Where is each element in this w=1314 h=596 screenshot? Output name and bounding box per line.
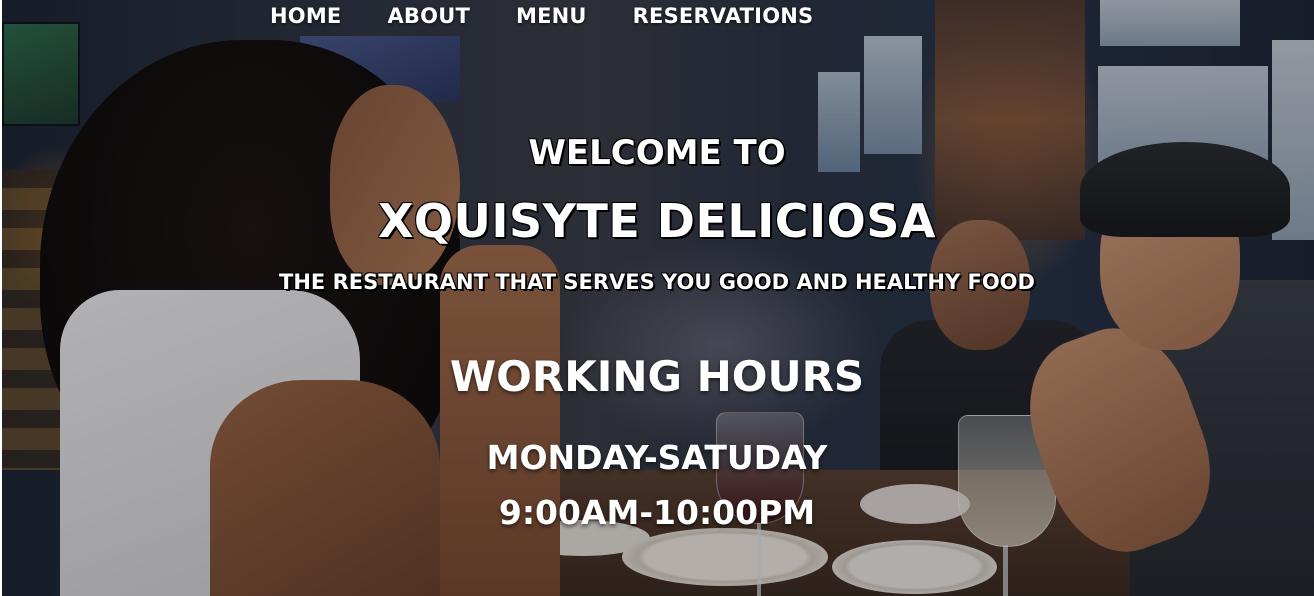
- hero-section: HOME ABOUT MENU RESERVATIONS WELCOME TO …: [0, 0, 1314, 596]
- working-time: 9:00AM-10:00PM: [498, 493, 816, 532]
- restaurant-name: XQUISYTE DELICIOSA: [377, 194, 937, 248]
- top-navigation: HOME ABOUT MENU RESERVATIONS: [270, 4, 813, 28]
- welcome-heading: WELCOME TO: [528, 133, 786, 173]
- working-hours-title: WORKING HOURS: [449, 352, 865, 401]
- nav-link-about[interactable]: ABOUT: [387, 4, 470, 28]
- nav-link-reservations[interactable]: RESERVATIONS: [633, 4, 814, 28]
- working-days: MONDAY-SATUDAY: [486, 438, 828, 477]
- nav-link-home[interactable]: HOME: [270, 4, 341, 28]
- tagline: THE RESTAURANT THAT SERVES YOU GOOD AND …: [279, 270, 1035, 294]
- nav-link-menu[interactable]: MENU: [516, 4, 587, 28]
- hero-text: WELCOME TO XQUISYTE DELICIOSA THE RESTAU…: [0, 0, 1314, 596]
